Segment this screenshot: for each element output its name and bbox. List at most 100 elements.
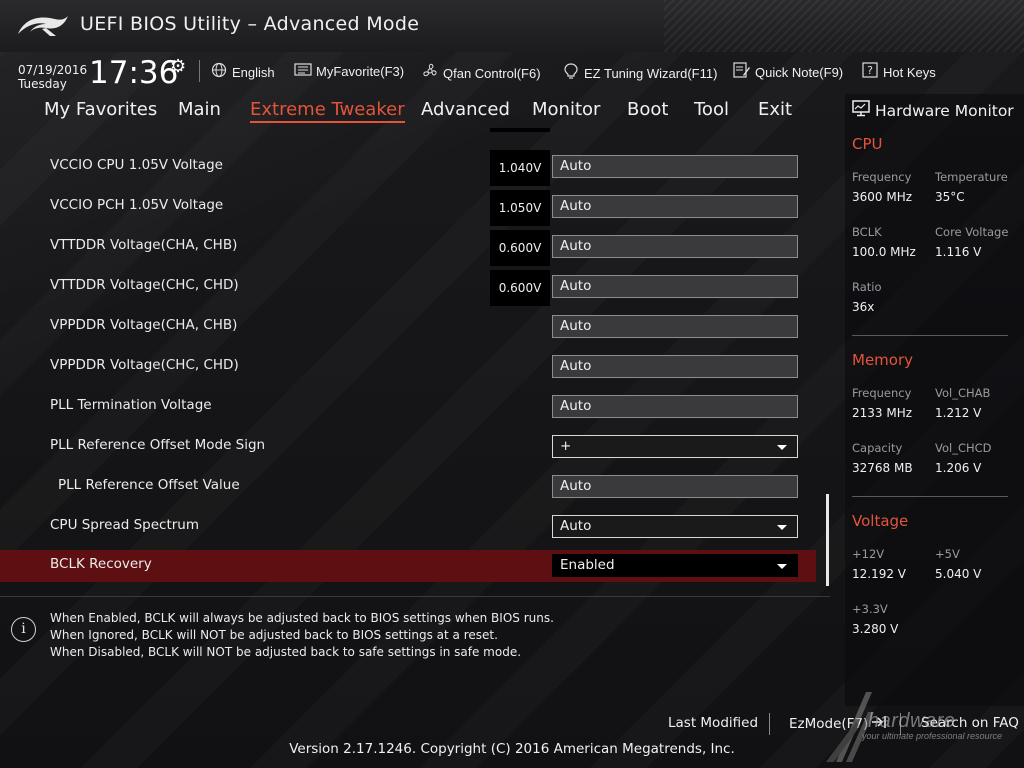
setting-label: VPPDDR Voltage(CHC, CHD) [50,357,239,373]
setting-label: PLL Reference Offset Mode Sign [50,437,266,453]
memory-heading: Memory [852,351,914,369]
watermark-subtext: your ultimate professional resource [862,731,1003,741]
title-bar-pattern [664,0,1024,52]
help-text-line: When Enabled, BCLK will always be adjust… [50,611,554,625]
setting-label: BCLK Recovery [50,556,152,572]
dropdown-value: + [560,438,572,454]
dropdown-arrow-icon [777,564,787,569]
setting-row-selected[interactable]: BCLK Recovery Enabled [0,550,816,582]
tab-boot[interactable]: Boot [627,99,668,120]
lightbulb-icon [562,62,580,84]
quick-note-button[interactable]: Quick Note(F9) [733,62,843,82]
date-display: 07/19/2016 Tuesday [18,63,87,91]
setting-value-field[interactable]: Auto [552,355,798,378]
voltage-readout: 0.600V [490,270,550,306]
ratio-value: 36x [852,300,875,314]
setting-row[interactable]: PLL Reference Offset Mode Sign + [0,430,816,470]
monitor-screen-icon [852,100,870,121]
vol-chcd-value: 1.206 V [935,461,982,475]
myfavorite-button[interactable]: MyFavorite(F3) [294,62,404,81]
cpu-heading: CPU [852,135,883,153]
dropdown-arrow-icon [777,445,787,450]
globe-icon [210,62,228,82]
window-title: UEFI BIOS Utility – Advanced Mode [80,13,420,35]
help-text-line: When Ignored, BCLK will NOT be adjusted … [50,628,498,642]
setting-row[interactable]: VCCIO PCH 1.05V Voltage 1.050V Auto [0,190,816,230]
cpu-temperature-value: 35°C [935,190,965,204]
language-label: English [232,64,275,80]
language-button[interactable]: English [210,62,275,82]
date-text: 07/19/2016 [18,63,88,77]
bottom-divider [769,713,770,735]
tab-monitor[interactable]: Monitor [532,99,600,120]
tab-advanced[interactable]: Advanced [421,99,510,120]
tab-my-favorites[interactable]: My Favorites [44,99,157,120]
rog-logo-icon [18,16,68,36]
qfan-control-button[interactable]: Qfan Control(F6) [421,62,541,84]
monitor-divider [852,335,1008,336]
dropdown-value: Enabled [560,557,615,573]
setting-row[interactable]: VCCIO CPU 1.05V Voltage 1.040V Auto [0,150,816,190]
v5-value: 5.040 V [935,567,982,581]
hot-keys-label: Hot Keys [883,64,936,80]
setting-row[interactable]: VTTDDR Voltage(CHA, CHB) 0.600V Auto [0,230,816,270]
setting-value-field[interactable]: Auto [552,235,798,258]
note-pencil-icon [733,62,751,82]
ratio-label: Ratio [852,280,882,294]
setting-value-field[interactable]: Auto [552,315,798,338]
list-scrollbar[interactable] [826,494,829,586]
memory-frequency-label: Frequency [852,386,912,400]
setting-value-field[interactable]: Auto [552,395,798,418]
info-icon: i [11,617,36,642]
ez-tuning-label: EZ Tuning Wizard(F11) [584,65,718,81]
v33-label: +3.3V [852,602,888,616]
setting-row[interactable]: CPU Spread Spectrum Auto [0,510,816,550]
svg-text:?: ? [867,64,873,77]
setting-row[interactable]: VPPDDR Voltage(CHC, CHD) Auto [0,350,816,390]
setting-label: PLL Reference Offset Value [58,477,240,493]
toolbar-divider [199,60,200,82]
clock: 17:36 [89,55,179,91]
setting-row[interactable]: PLL Termination Voltage Auto [0,390,816,430]
question-mark-icon: ? [861,62,879,82]
watermark-text: hardware [868,710,956,732]
tab-exit[interactable]: Exit [758,99,792,120]
setting-dropdown[interactable]: Enabled [552,554,798,577]
voltage-readout: 1.050V [490,190,550,226]
tab-main[interactable]: Main [178,99,221,120]
setting-dropdown[interactable]: Auto [552,515,798,538]
setting-row[interactable]: VTTDDR Voltage(CHC, CHD) 0.600V Auto [0,270,816,310]
setting-label: VTTDDR Voltage(CHC, CHD) [50,277,239,293]
hardware-monitor-title: Hardware Monitor [852,100,1014,121]
hot-keys-button[interactable]: ? Hot Keys [861,62,936,82]
fan-icon [421,62,439,84]
setting-row[interactable]: PLL Reference Offset Value Auto [0,470,816,510]
voltage-readout: 0.600V [490,230,550,266]
setting-value-field[interactable]: Auto [552,195,798,218]
vol-chcd-label: Vol_CHCD [935,441,992,455]
tab-tool[interactable]: Tool [694,99,729,120]
setting-value-field[interactable]: Auto [552,275,798,298]
help-text-line: When Disabled, BCLK will NOT be adjusted… [50,645,522,659]
setting-row[interactable]: VPPDDR Voltage(CHA, CHB) Auto [0,310,816,350]
setting-label: VPPDDR Voltage(CHA, CHB) [50,317,238,333]
cpu-frequency-value: 3600 MHz [852,190,913,204]
setting-dropdown[interactable]: + [552,435,798,458]
qfan-label: Qfan Control(F6) [443,65,541,81]
voltage-readout-partial [490,128,550,132]
ez-tuning-wizard-button[interactable]: EZ Tuning Wizard(F11) [562,62,717,84]
settings-list: VCCIO CPU 1.05V Voltage 1.040V Auto VCCI… [0,128,830,590]
vol-chab-value: 1.212 V [935,406,982,420]
tab-extreme-tweaker[interactable]: Extreme Tweaker [250,99,405,123]
setting-value-field[interactable]: Auto [552,475,798,498]
dropdown-value: Auto [560,518,592,534]
setting-label: VCCIO CPU 1.05V Voltage [50,157,223,173]
cpu-temperature-label: Temperature [935,170,1008,184]
voltage-readout: 1.040V [490,150,550,186]
gear-icon[interactable]: ⚙ [170,56,186,77]
core-voltage-label: Core Voltage [935,225,1009,239]
favorite-list-icon [294,62,312,81]
setting-value-field[interactable]: Auto [552,155,798,178]
last-modified-button[interactable]: Last Modified [668,715,758,731]
capacity-label: Capacity [852,441,903,455]
